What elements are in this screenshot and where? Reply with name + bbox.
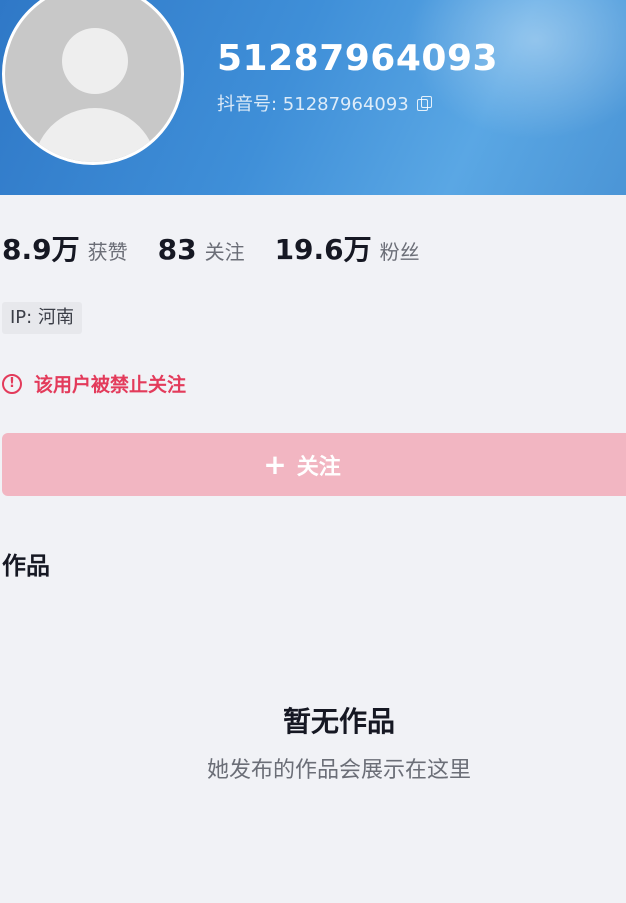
- stat-following-label: 关注: [204, 240, 245, 264]
- stat-following[interactable]: 83 关注: [158, 233, 245, 266]
- avatar[interactable]: [2, 0, 184, 165]
- avatar-placeholder-body: [33, 108, 157, 162]
- plus-icon: +: [263, 447, 287, 481]
- follow-banned-text: 该用户被禁止关注: [34, 374, 187, 396]
- douyin-id: 抖音号: 51287964093: [217, 94, 409, 115]
- stat-following-value: 83: [157, 233, 197, 266]
- avatar-placeholder-icon: [62, 28, 128, 94]
- copy-icon[interactable]: [416, 96, 432, 111]
- profile-header: 51287964093 抖音号: 51287964093: [0, 0, 626, 195]
- ip-location-tag: IP: 河南: [2, 302, 82, 334]
- empty-works-subtitle: 她发布的作品会展示在这里: [206, 758, 471, 783]
- empty-works-title: 暂无作品: [282, 705, 395, 738]
- works-section-title: 作品: [2, 552, 50, 580]
- nickname: 51287964093: [217, 38, 499, 79]
- stat-likes-value: 8.9万: [2, 233, 80, 266]
- stat-followers-label: 粉丝: [379, 240, 420, 264]
- follow-button[interactable]: + 关注: [2, 433, 626, 496]
- warning-icon: !: [2, 373, 22, 394]
- stats-row: 8.9万 获赞 83 关注 19.6万 粉丝: [2, 228, 450, 268]
- follow-banned-notice: ! 该用户被禁止关注: [2, 370, 186, 397]
- follow-button-label: 关注: [296, 454, 341, 480]
- stat-followers[interactable]: 19.6万 粉丝: [275, 228, 420, 268]
- stat-likes-label: 获赞: [87, 240, 128, 264]
- stat-likes: 8.9万 获赞: [2, 228, 128, 268]
- stat-followers-value: 19.6万: [274, 233, 372, 266]
- douyin-id-row[interactable]: 抖音号: 51287964093: [217, 90, 432, 116]
